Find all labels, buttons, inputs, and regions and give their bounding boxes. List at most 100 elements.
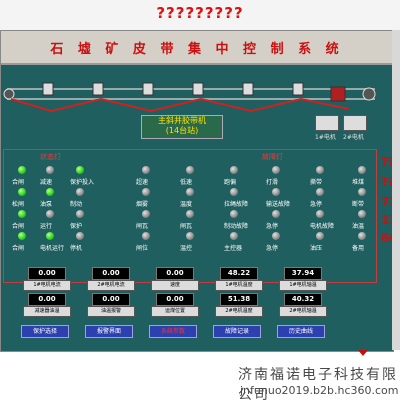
value-label: 2#电机电流 [87, 280, 135, 291]
status-lamp-icon [18, 210, 26, 218]
fault-lamp-icon [316, 166, 324, 174]
nav-button[interactable]: 历史曲线 [277, 325, 325, 338]
fault-lamp-label: 打滑 [266, 179, 279, 186]
fault-lamp-label: 跑偏 [224, 179, 237, 186]
fault-lamp-label: 低速 [180, 179, 193, 186]
fault-lamp-icon [316, 210, 324, 218]
status-lamp-label: 保护投入 [70, 179, 95, 186]
fault-lamp-label: 拉绳故障 [224, 201, 249, 208]
fault-lamp-label: 闸位 [136, 245, 149, 252]
value-label: 油温报警 [87, 306, 135, 317]
value-label: 减速器油温 [23, 306, 71, 317]
fault-lamp-label: 超速 [136, 179, 149, 186]
fault-lamp-icon [272, 210, 280, 218]
status-lamp-label: 保护 [70, 223, 83, 230]
status-lamps-header: 状态灯 [40, 153, 61, 161]
resize-arrow-icon [358, 350, 368, 356]
value-display: 0.00 [156, 293, 194, 306]
motor-1-icon[interactable] [315, 115, 339, 131]
status-lamp-label: 制动 [70, 201, 83, 208]
fault-lamp-label: 闸瓦 [136, 223, 149, 230]
fault-lamp-icon [230, 166, 238, 174]
status-lamp-label: 合闸 [12, 179, 25, 186]
fault-lamp-label: 烟雾 [136, 201, 149, 208]
value-display: 0.00 [156, 267, 194, 280]
motor-1-label: 1#电机 [315, 134, 336, 141]
fault-lamp-label: 温控 [180, 245, 193, 252]
fault-lamp-label: 撕带 [310, 179, 323, 186]
motor-2-icon[interactable] [343, 115, 367, 131]
status-lamp-icon [18, 166, 26, 174]
system-title: 石 墟 矿 皮 带 集 中 控 制 系 统 [50, 42, 344, 57]
status-lamp-label: 减速 [40, 179, 53, 186]
fault-lamp-label: 堆煤 [352, 179, 365, 186]
side-strip [392, 30, 400, 350]
fault-lamp-icon [142, 166, 150, 174]
drive-pulley [362, 87, 376, 101]
value-label: 1#电机温度 [215, 280, 263, 291]
fault-lamp-label: 电机故障 [310, 223, 335, 230]
fault-lamp-label: 急停 [266, 223, 279, 230]
status-lamp-label: 油泵 [40, 201, 53, 208]
fault-lamp-icon [272, 232, 280, 240]
fault-lamp-label: 温度 [180, 201, 193, 208]
fault-lamp-icon [358, 166, 366, 174]
status-lamp-icon [76, 188, 84, 196]
nav-button[interactable]: 保护选择 [21, 325, 69, 338]
title-bar: 石 墟 矿 皮 带 集 中 控 制 系 统 [1, 31, 393, 65]
fault-lamp-icon [186, 232, 194, 240]
value-label: 2#电机轴温 [279, 306, 327, 317]
status-lamp-icon [76, 166, 84, 174]
fault-lamp-label: 备用 [352, 245, 365, 252]
fault-lamp-icon [358, 232, 366, 240]
conveyor-label: 主斜井胶带机 [158, 116, 206, 125]
status-lamp-label: 合闸 [12, 245, 25, 252]
value-display: 48.22 [220, 267, 258, 280]
fault-lamp-label: 主控器 [224, 245, 243, 252]
fault-lamp-icon [186, 188, 194, 196]
status-lamp-icon [18, 188, 26, 196]
nav-button[interactable]: 故障记录 [213, 325, 261, 338]
conveyor-sublabel: (14台站) [165, 126, 199, 135]
fault-lamp-label: 输送故障 [266, 201, 291, 208]
value-label: 1#电机电流 [23, 280, 71, 291]
top-bar: ????????? [0, 0, 400, 30]
watermark-url: jnfunuo2019.b2b.hc360.com [240, 384, 399, 397]
motor-2-label: 2#电机 [343, 134, 364, 141]
conveyor-label-box: 主斜井胶带机 (14台站) [141, 115, 223, 139]
value-display: 0.00 [28, 293, 66, 306]
fault-lamp-icon [142, 188, 150, 196]
status-lamp-icon [46, 188, 54, 196]
fault-lamp-icon [142, 210, 150, 218]
fault-lamp-icon [230, 210, 238, 218]
fault-lamp-icon [186, 210, 194, 218]
fault-lamp-icon [142, 232, 150, 240]
fault-lamp-label: 油温 [352, 223, 365, 230]
value-display: 40.32 [284, 293, 322, 306]
status-lamp-icon [46, 210, 54, 218]
tail-pulley [3, 88, 15, 100]
value-display: 0.00 [92, 267, 130, 280]
fault-lamp-label: 急停 [310, 201, 323, 208]
fault-lamp-label: 油压 [310, 245, 323, 252]
fault-lamp-icon [230, 232, 238, 240]
status-lamp-icon [76, 210, 84, 218]
fault-lamp-label: 制动故障 [224, 223, 249, 230]
fault-lamp-icon [358, 188, 366, 196]
status-lamp-label: 电机运行 [40, 245, 65, 252]
lamp-panel: 状态灯 故障灯 合闸 减速 保护投入 松闸 油泵 制动 合闸 运行 保护 合闸 电机运行 停机 超速 低速… [3, 149, 377, 283]
value-display: 51.38 [220, 293, 258, 306]
nav-button[interactable]: 系统参数 [149, 325, 197, 338]
window-title: ????????? [156, 4, 244, 22]
value-display: 37.94 [284, 267, 322, 280]
status-lamp-label: 停机 [70, 245, 83, 252]
status-lamp-label: 运行 [40, 223, 53, 230]
scada-window: 石 墟 矿 皮 带 集 中 控 制 系 统 主斜井胶带机 (14台站) 1#电机… [0, 30, 400, 352]
nav-button[interactable]: 报警界面 [85, 325, 133, 338]
fault-lamp-label: 闸瓦 [180, 223, 193, 230]
fault-lamp-icon [272, 188, 280, 196]
value-label: 2#电机温度 [215, 306, 263, 317]
fault-lamp-icon [186, 166, 194, 174]
fault-lamp-icon [316, 232, 324, 240]
value-label: 1#电机轴温 [279, 280, 327, 291]
